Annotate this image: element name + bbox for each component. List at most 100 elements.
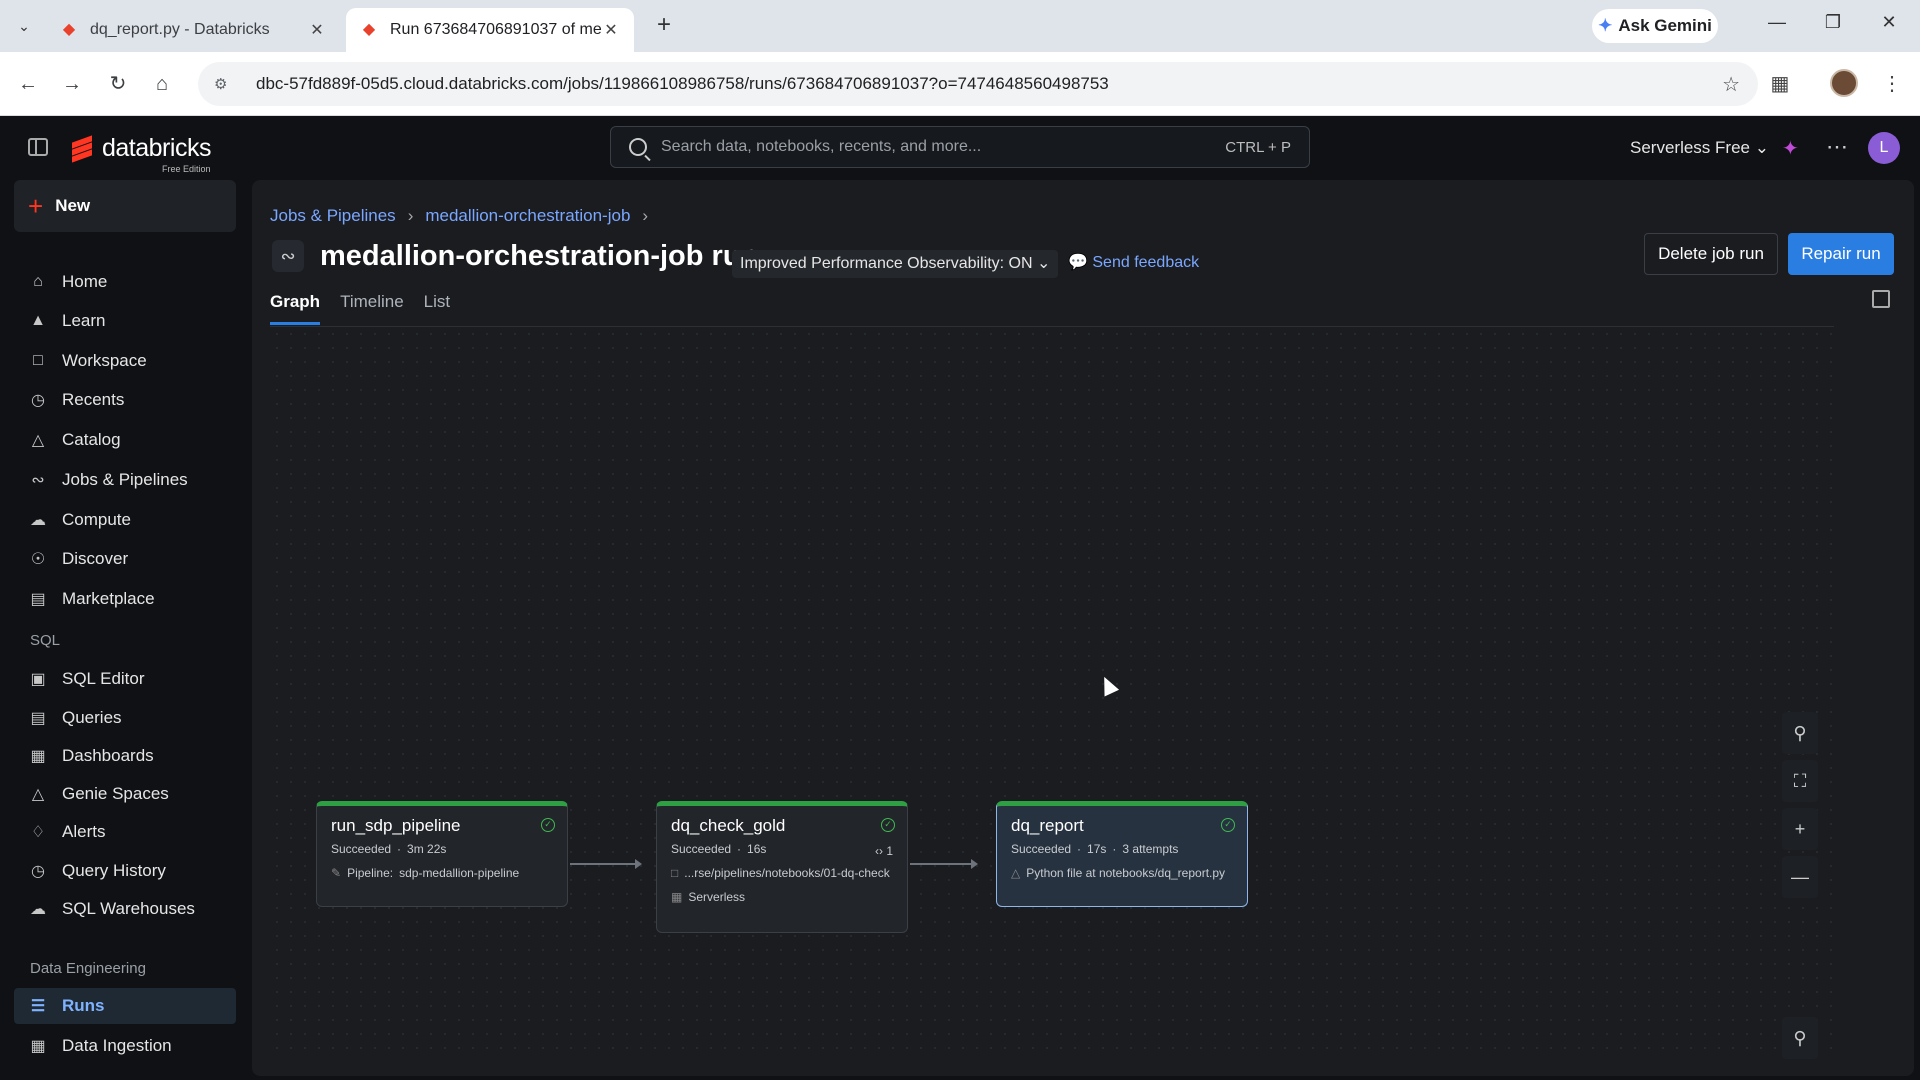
- sidebar-item-catalog[interactable]: △ Catalog: [14, 422, 236, 458]
- section-data-engineering-heading: Data Engineering: [30, 960, 146, 977]
- task-node-dq-report[interactable]: dq_report Succeeded · 17s · 3 attempts △ Pyth…: [996, 801, 1248, 907]
- sidebar-toggle-icon[interactable]: [28, 138, 48, 156]
- user-avatar[interactable]: L: [1868, 132, 1900, 164]
- sidebar-item-genie-spaces[interactable]: △ Genie Spaces: [14, 776, 236, 812]
- zoom-in-icon[interactable]: +: [1782, 808, 1818, 850]
- extensions-icon[interactable]: ▦: [1764, 68, 1796, 100]
- global-search-input[interactable]: Search data, notebooks, recents, and mor…: [610, 126, 1310, 168]
- tab-graph[interactable]: Graph: [270, 292, 321, 325]
- sidebar-item-label: SQL Editor: [62, 669, 145, 688]
- minimize-icon[interactable]: —: [1762, 12, 1792, 33]
- sidebar-item-marketplace[interactable]: ▤ Marketplace: [14, 581, 236, 617]
- sidebar-item-data-ingestion[interactable]: ▦ Data Ingestion: [14, 1028, 236, 1064]
- breadcrumb-job[interactable]: medallion-orchestration-job: [425, 206, 630, 226]
- task-detail: ...rse/pipelines/notebooks/01-dq-check: [684, 866, 890, 880]
- file-icon: △: [1011, 866, 1021, 880]
- app-topbar: databricks Free Edition Search data, not…: [0, 116, 1920, 180]
- ask-gemini-button[interactable]: ✦ Ask Gemini: [1592, 9, 1718, 43]
- task-status: Succeeded: [671, 842, 732, 856]
- close-window-icon[interactable]: ✕: [1874, 12, 1904, 33]
- dot-separator: ·: [1112, 842, 1117, 856]
- sidebar-item-query-history[interactable]: ◷ Query History: [14, 853, 236, 889]
- sidebar-item-sql-warehouses[interactable]: ☁ SQL Warehouses: [14, 891, 236, 927]
- job-run-icon: ∾: [272, 240, 304, 272]
- page-title: medallion-orchestration-job run: [320, 240, 759, 272]
- search-placeholder: Search data, notebooks, recents, and mor…: [661, 138, 982, 155]
- forward-icon[interactable]: →: [56, 68, 88, 100]
- bookmark-star-icon[interactable]: ☆: [1722, 72, 1740, 97]
- dag-canvas[interactable]: run_sdp_pipeline Succeeded · 3m 22s ✎ Pipel…: [270, 327, 1834, 1059]
- sidebar-item-compute[interactable]: ☁ Compute: [14, 502, 236, 538]
- databricks-logo[interactable]: databricks Free Edition: [70, 134, 211, 174]
- search-graph-icon[interactable]: ⚲: [1782, 712, 1818, 754]
- browser-toolbar: ← → ↻ ⌂ ⚙ dbc-57fd889f-05d5.cloud.databr…: [0, 52, 1920, 116]
- tab-search-icon[interactable]: ⌄: [8, 10, 40, 42]
- genie-icon: △: [31, 786, 45, 803]
- new-button[interactable]: + New: [14, 180, 236, 232]
- sidebar-item-queries[interactable]: ▤ Queries: [14, 700, 236, 736]
- workspace-selector[interactable]: Serverless Free ⌄: [1630, 138, 1769, 158]
- task-status: Succeeded: [1011, 842, 1072, 856]
- assistant-sparkle-icon[interactable]: ✦: [1782, 136, 1799, 161]
- fit-view-icon[interactable]: ⛶: [1782, 760, 1818, 802]
- delete-job-run-button[interactable]: Delete job run: [1644, 233, 1778, 275]
- site-info-icon[interactable]: ⚙: [214, 75, 236, 93]
- details-panel-toggle-icon[interactable]: [1872, 290, 1890, 308]
- section-sql-heading: SQL: [30, 632, 61, 649]
- browser-profile-avatar[interactable]: [1830, 69, 1858, 97]
- zoom-out-icon[interactable]: —: [1782, 856, 1818, 898]
- new-tab-icon[interactable]: +: [650, 12, 678, 40]
- dot-separator: ·: [397, 842, 402, 856]
- sidebar-item-home[interactable]: ⌂ Home: [14, 264, 236, 300]
- sidebar-item-jobs-pipelines[interactable]: ∾ Jobs & Pipelines: [14, 462, 236, 498]
- browser-tab[interactable]: ◆ dq_report.py - Databricks ✕: [46, 8, 340, 52]
- restore-icon[interactable]: ❐: [1818, 12, 1848, 33]
- cloud-icon: ☁: [30, 512, 46, 529]
- repair-count: ‹› 1: [875, 844, 893, 858]
- sidebar-item-workspace[interactable]: □ Workspace: [14, 343, 236, 379]
- url-text: dbc-57fd889f-05d5.cloud.databricks.com/j…: [256, 74, 1109, 93]
- gemini-icon: ✦: [1598, 16, 1613, 35]
- task-node-dq-check-gold[interactable]: dq_check_gold Succeeded · 16s ‹› 1 □ ...rse…: [656, 801, 908, 933]
- sidebar-item-learn[interactable]: ▲ Learn: [14, 303, 236, 339]
- send-feedback-link[interactable]: 💬 Send feedback: [1068, 252, 1199, 272]
- databricks-mark-icon: [70, 134, 94, 163]
- sidebar: + New ⌂ Home ▲ Learn □ Workspace ◷ Recents △ C…: [0, 180, 250, 1080]
- close-tab-icon[interactable]: ✕: [308, 20, 326, 40]
- sidebar-item-sql-editor[interactable]: ▣ SQL Editor: [14, 661, 236, 697]
- task-compute: Serverless: [688, 890, 746, 904]
- sidebar-item-discover[interactable]: ☉ Discover: [14, 541, 236, 577]
- sidebar-item-label: Catalog: [62, 430, 121, 449]
- dependency-edge: [570, 860, 642, 868]
- tab-timeline[interactable]: Timeline: [340, 292, 404, 325]
- address-bar[interactable]: ⚙ dbc-57fd889f-05d5.cloud.databricks.com…: [198, 62, 1758, 106]
- sidebar-item-dashboards[interactable]: ▦ Dashboards: [14, 738, 236, 774]
- browser-tab-active[interactable]: ◆ Run 673684706891037 of meda ✕: [346, 8, 634, 52]
- warehouse-icon: ☁: [30, 901, 46, 918]
- sidebar-item-alerts[interactable]: ♢ Alerts: [14, 814, 236, 850]
- task-duration: 16s: [747, 842, 767, 856]
- sidebar-item-runs[interactable]: ☰ Runs: [14, 988, 236, 1024]
- view-tabs: Graph Timeline List: [270, 292, 450, 325]
- sidebar-item-label: Discover: [62, 549, 129, 568]
- observability-toggle[interactable]: Improved Performance Observability: ON ⌄: [732, 250, 1059, 278]
- apps-grid-icon[interactable]: ⋯: [1826, 134, 1848, 160]
- close-tab-icon[interactable]: ✕: [602, 20, 620, 40]
- plus-icon: +: [28, 190, 44, 221]
- repair-run-button[interactable]: Repair run: [1788, 233, 1894, 275]
- pipeline-icon: ✎: [331, 866, 342, 880]
- search-shortcut: CTRL + P: [1225, 138, 1291, 156]
- task-detail: Python file at notebooks/dq_report.py: [1026, 866, 1226, 880]
- zoom-search-icon[interactable]: ⚲: [1782, 1017, 1818, 1059]
- reload-icon[interactable]: ↻: [102, 68, 134, 100]
- back-icon[interactable]: ←: [12, 68, 44, 100]
- sidebar-item-label: Recents: [62, 390, 125, 409]
- serverless-icon: ▦: [671, 890, 683, 904]
- home-icon[interactable]: ⌂: [146, 68, 178, 100]
- task-node-run-sdp-pipeline[interactable]: run_sdp_pipeline Succeeded · 3m 22s ✎ Pipel…: [316, 801, 568, 907]
- tab-list[interactable]: List: [424, 292, 450, 325]
- breadcrumb-jobs-pipelines[interactable]: Jobs & Pipelines: [270, 206, 396, 226]
- databricks-favicon-icon: ◆: [362, 21, 376, 38]
- browser-menu-icon[interactable]: ⋮: [1876, 68, 1908, 100]
- sidebar-item-recents[interactable]: ◷ Recents: [14, 382, 236, 418]
